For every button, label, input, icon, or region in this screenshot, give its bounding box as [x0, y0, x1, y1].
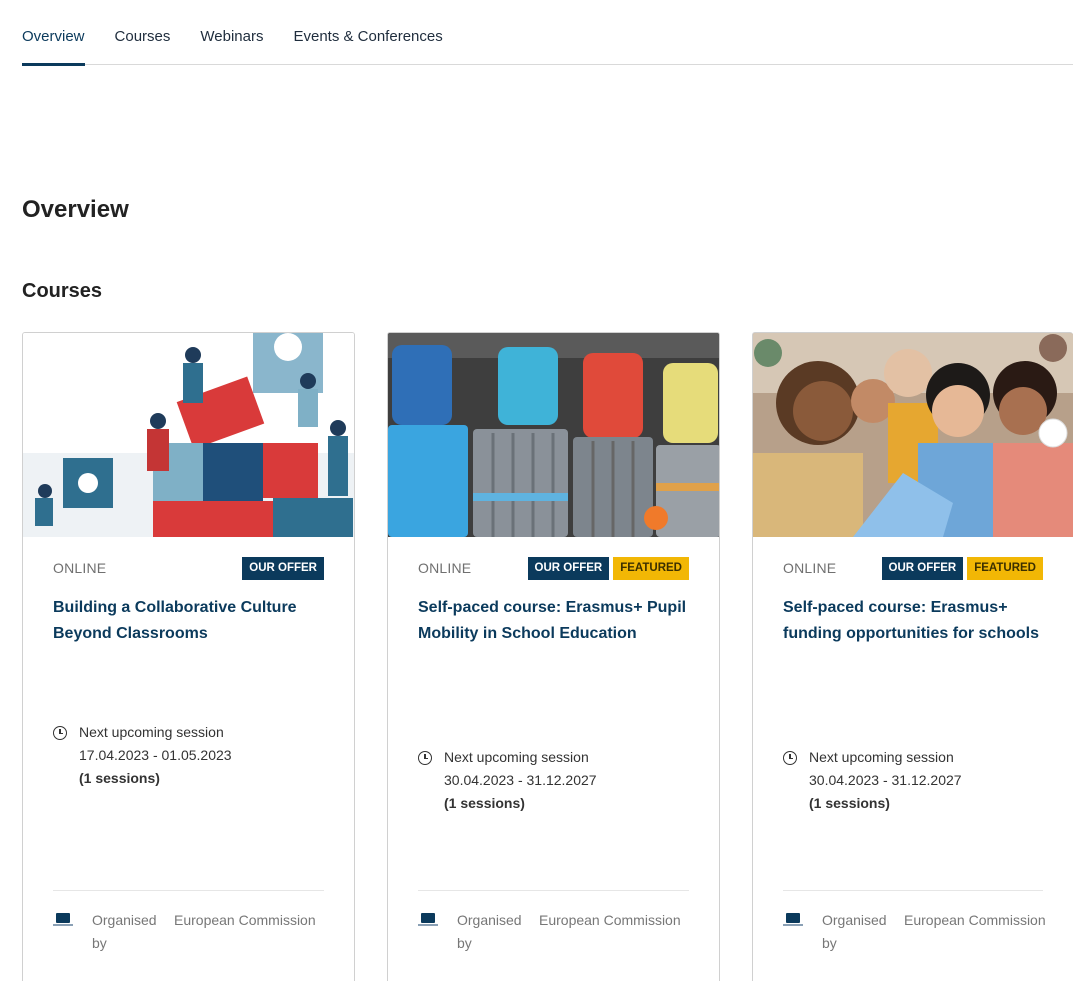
organiser-name: European Commission	[904, 912, 1046, 928]
clock-icon	[783, 751, 797, 765]
organiser-info: Organised by European Commission	[53, 909, 316, 955]
session-dates: 30.04.2023 - 31.12.2027	[809, 772, 962, 788]
next-session: Next upcoming session 30.04.2023 - 31.12…	[783, 749, 962, 815]
course-format: ONLINE	[418, 560, 472, 576]
page-title: Overview	[22, 196, 129, 223]
session-count: (1 sessions)	[444, 795, 525, 811]
organiser-info: Organised by European Commission	[783, 909, 1046, 955]
tab-bar: Overview Courses Webinars Events & Confe…	[22, 0, 1073, 66]
course-card-1[interactable]: ONLINE OUR OFFER Building a Collaborativ…	[22, 332, 355, 981]
organiser-icon	[418, 913, 440, 933]
course-image-luggage	[388, 333, 719, 537]
organiser-icon	[783, 913, 805, 933]
our-offer-badge: OUR OFFER	[881, 556, 964, 580]
our-offer-badge: OUR OFFER	[527, 556, 610, 580]
organiser-name: European Commission	[539, 912, 681, 928]
next-session: Next upcoming session 17.04.2023 - 01.05…	[53, 724, 232, 790]
clock-icon	[53, 726, 67, 740]
clock-icon	[418, 751, 432, 765]
featured-badge: FEATURED	[613, 556, 689, 580]
organised-by-label: Organised by	[822, 912, 887, 951]
featured-badge: FEATURED	[967, 556, 1043, 580]
organised-by-label: Organised by	[92, 912, 157, 951]
our-offer-badge: OUR OFFER	[242, 556, 324, 580]
session-dates: 17.04.2023 - 01.05.2023	[79, 747, 232, 763]
course-card-2[interactable]: ONLINE OUR OFFER FEATURED Self-paced cou…	[387, 332, 720, 981]
session-count: (1 sessions)	[79, 770, 160, 786]
course-title[interactable]: Self-paced course: Erasmus+ Pupil Mobili…	[418, 595, 689, 647]
course-format: ONLINE	[53, 560, 107, 576]
organiser-info: Organised by European Commission	[418, 909, 681, 955]
organiser-icon	[53, 913, 75, 933]
tab-webinars[interactable]: Webinars	[200, 0, 263, 65]
card-divider	[418, 890, 689, 891]
session-label: Next upcoming session	[79, 724, 224, 740]
section-title-courses: Courses	[22, 280, 103, 302]
session-dates: 30.04.2023 - 31.12.2027	[444, 772, 597, 788]
course-format: ONLINE	[783, 560, 837, 576]
session-count: (1 sessions)	[809, 795, 890, 811]
course-image-puzzle	[23, 333, 354, 537]
tab-events-conferences[interactable]: Events & Conferences	[293, 0, 442, 65]
tab-overview[interactable]: Overview	[22, 0, 85, 66]
card-divider	[53, 890, 324, 891]
next-session: Next upcoming session 30.04.2023 - 31.12…	[418, 749, 597, 815]
organiser-name: European Commission	[174, 912, 316, 928]
card-divider	[783, 890, 1043, 891]
course-card-3[interactable]: ONLINE OUR OFFER FEATURED Self-paced cou…	[752, 332, 1073, 981]
course-title[interactable]: Building a Collaborative Culture Beyond …	[53, 595, 324, 647]
tab-courses[interactable]: Courses	[115, 0, 171, 65]
session-label: Next upcoming session	[809, 749, 954, 765]
course-title[interactable]: Self-paced course: Erasmus+ funding oppo…	[783, 595, 1043, 647]
organised-by-label: Organised by	[457, 912, 522, 951]
course-image-students-selfie	[753, 333, 1073, 537]
session-label: Next upcoming session	[444, 749, 589, 765]
